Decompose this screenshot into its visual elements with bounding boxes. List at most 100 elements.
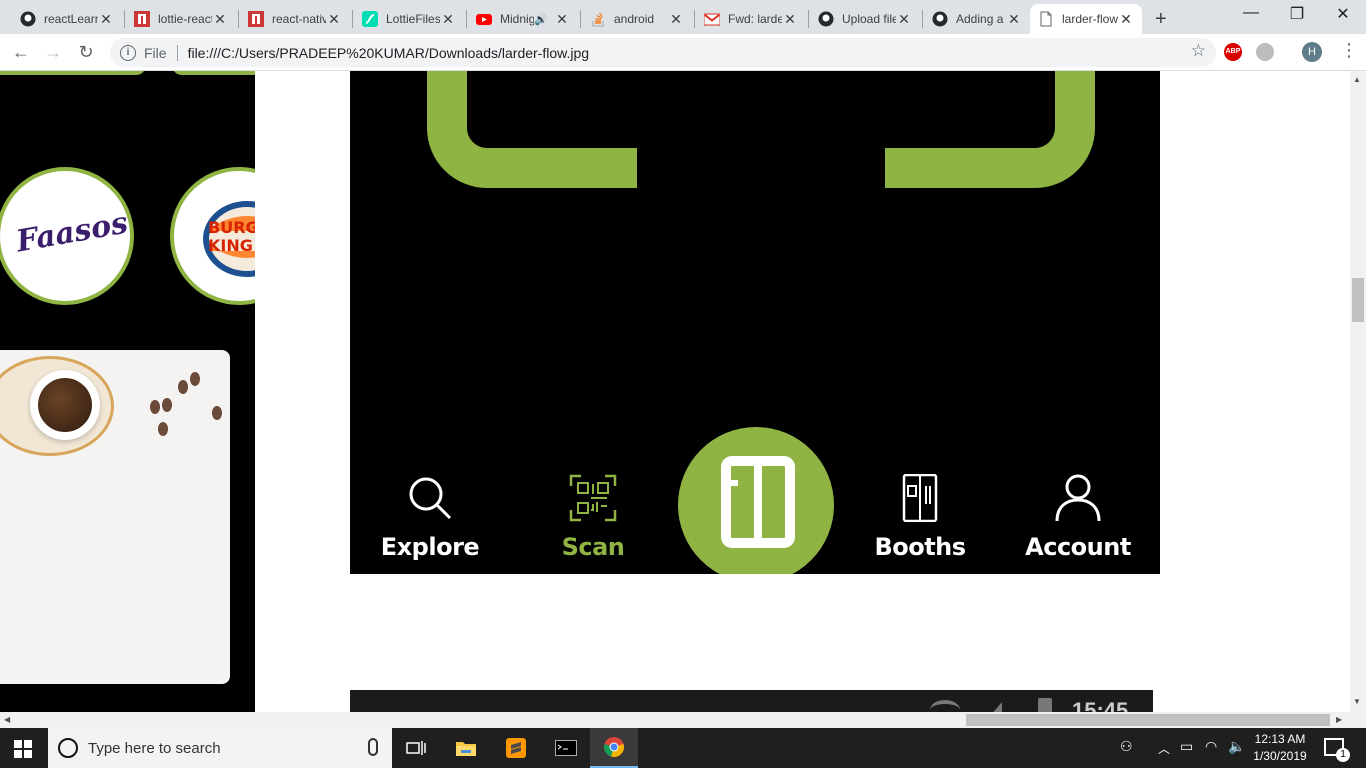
wifi-icon[interactable]: ◠ [1205,738,1217,755]
github-icon [818,11,834,27]
people-icon[interactable]: ⚇ [1120,738,1133,755]
nav-label: Account [1025,533,1131,561]
tab-title: larder-flow.jpg [1062,12,1118,26]
minimize-button[interactable]: — [1228,4,1274,22]
nav-booths[interactable]: Booths [860,471,980,561]
windows-start-button[interactable] [14,740,32,758]
bookmark-star-icon[interactable]: ☆ [1191,41,1206,61]
forward-button[interactable]: → [42,42,64,64]
close-icon[interactable]: ✕ [326,11,342,28]
tab-reactlearning[interactable]: reactLearning ✕ [12,4,122,34]
nav-scan[interactable]: Scan [533,471,653,561]
tab-gmail[interactable]: Fwd: larder ✕ [696,4,806,34]
close-icon[interactable]: ✕ [212,11,228,28]
horizontal-scrollbar[interactable]: ◀ ▶ [0,712,1366,728]
center-larder-button[interactable] [678,427,834,574]
file-explorer-button[interactable] [442,728,490,768]
close-icon[interactable]: ✕ [554,11,570,28]
action-center-icon[interactable]: 1 [1324,738,1350,762]
profile-avatar[interactable]: H [1302,42,1322,62]
burger-king-logo[interactable]: BURGER KING [170,167,255,305]
nav-label: Booths [874,533,966,561]
search-icon [409,477,452,520]
new-tab-button[interactable]: + [1155,8,1167,31]
nav-label: Explore [380,533,480,561]
github-icon [932,11,948,27]
tab-adding[interactable]: Adding a ✕ [924,4,1030,34]
file-icon [1040,11,1052,27]
close-icon[interactable]: ✕ [440,11,456,28]
bean [190,372,200,386]
address-bar[interactable]: i File file:///C:/Users/PRADEEP%20KUMAR/… [110,38,1216,67]
system-clock[interactable]: 12:13 AM 1/30/2019 [1240,731,1320,765]
close-icon[interactable]: ✕ [896,11,912,28]
tab-title: Midnight [500,12,535,26]
reload-button[interactable]: ↻ [75,42,97,64]
nav-explore[interactable]: Explore [370,471,490,561]
tab-divider [694,10,695,28]
scroll-right-icon[interactable]: ▶ [1336,715,1342,724]
scan-frame-cap [592,148,632,188]
search-placeholder: Type here to search [88,739,221,757]
show-hidden-icons-icon[interactable]: ︿ [1158,740,1170,757]
microphone-icon[interactable] [368,738,378,756]
menu-dots-icon[interactable]: ⋮ [1340,40,1358,61]
youtube-icon [476,14,492,25]
origin-label: File [144,44,167,61]
coffee-photo-card [0,350,230,684]
restore-button[interactable]: ❐ [1274,4,1320,24]
speaker-icon[interactable]: 🔊 [534,13,548,26]
bean [158,422,168,436]
tab-lottiefiles[interactable]: LottieFiles ✕ [354,4,464,34]
stackoverflow-icon [592,12,604,27]
scan-frame-cap [885,148,925,188]
lottiefiles-icon [362,11,378,27]
tab-title: lottie-react-native [158,12,212,26]
faasos-text: Faasos [13,205,131,260]
taskbar-search[interactable]: Type here to search [48,728,392,768]
scroll-down-icon[interactable]: ▼ [1353,697,1361,706]
tab-upload-files[interactable]: Upload files ✕ [810,4,920,34]
sublime-text-button[interactable] [492,728,540,768]
close-icon[interactable]: ✕ [668,11,684,28]
bean [162,398,172,412]
browser-tabstrip: reactLearning ✕ lottie-react-native ✕ re… [0,0,1366,34]
nav-account[interactable]: Account [1018,471,1138,561]
tab-divider [238,10,239,28]
battery-icon[interactable]: ▭ [1180,738,1193,755]
npm-icon [134,11,150,27]
back-button[interactable]: ← [10,42,32,64]
tab-title: Adding a [956,12,1004,26]
tab-title: Upload files [842,12,896,26]
extension-icon[interactable] [1256,43,1274,61]
close-icon[interactable]: ✕ [98,11,114,28]
info-icon[interactable]: i [120,44,136,61]
tab-larder-flow[interactable]: larder-flow.jpg ✕ [1030,4,1142,34]
scroll-up-icon[interactable]: ▲ [1353,75,1361,84]
chrome-button[interactable] [590,728,638,768]
tab-lottie-react-native[interactable]: lottie-react-native ✕ [126,4,236,34]
horizontal-scroll-thumb[interactable] [966,714,1330,726]
task-view-button[interactable] [392,728,440,768]
scroll-left-icon[interactable]: ◀ [4,715,10,724]
vertical-scroll-thumb[interactable] [1352,278,1364,322]
next-screen-image: 15:45 [350,690,1153,712]
tab-android[interactable]: android ✕ [582,4,692,34]
faasos-logo[interactable]: Faasos [0,167,134,305]
left-image-panel: Faasos BURGER KING [0,71,255,712]
close-window-button[interactable]: ✕ [1320,4,1366,24]
tab-react-native-lottie[interactable]: react-native-lottie ✕ [240,4,350,34]
vertical-scrollbar[interactable]: ▲ ▼ [1350,71,1366,712]
cortana-icon [58,738,78,758]
sublime-icon [506,738,526,758]
tab-title: react-native-lottie [272,12,326,26]
close-icon[interactable]: ✕ [1118,11,1134,28]
tab-midnight[interactable]: Midnight 🔊 ✕ [468,4,578,34]
bean [212,406,222,420]
url-text[interactable]: file:///C:/Users/PRADEEP%20KUMAR/Downloa… [188,45,589,61]
terminal-button[interactable] [542,728,590,768]
close-icon[interactable]: ✕ [782,11,798,28]
tab-title: reactLearning [44,12,98,26]
adblock-icon[interactable]: ABP [1224,43,1242,61]
close-icon[interactable]: ✕ [1006,11,1022,28]
